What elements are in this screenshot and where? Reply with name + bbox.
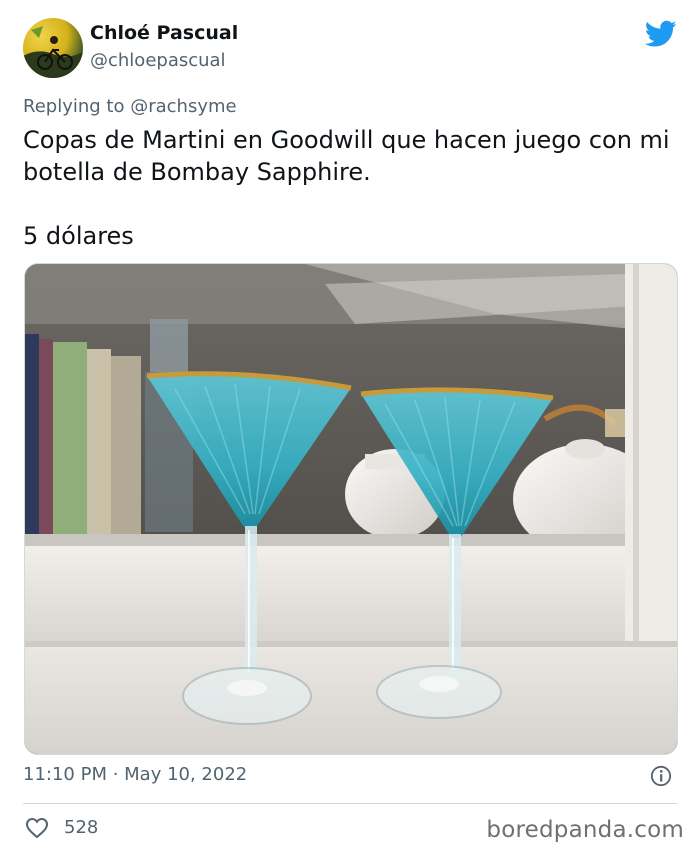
like-count: 528: [64, 817, 99, 838]
tweet-text: Copas de Martini en Goodwill que hacen j…: [23, 124, 673, 252]
tweet-photo[interactable]: [24, 263, 678, 755]
tweet-price-text: 5 dólares: [23, 222, 134, 250]
info-icon[interactable]: [650, 765, 672, 787]
text-spacer: [23, 188, 673, 220]
tweet-timestamp[interactable]: 11:10 PM · May 10, 2022: [23, 764, 247, 785]
avatar[interactable]: [23, 18, 83, 78]
watermark: boredpanda.com: [486, 817, 684, 843]
replying-to: Replying to @rachsyme: [23, 96, 237, 117]
tweet-text-line: Copas de Martini en Goodwill que hacen j…: [23, 126, 670, 154]
replying-mention-link[interactable]: @rachsyme: [130, 96, 236, 117]
author-handle[interactable]: @chloepascual: [90, 50, 226, 71]
twitter-bird-icon[interactable]: [645, 20, 677, 48]
martini-glasses-photo: [25, 264, 677, 754]
replying-prefix: Replying to: [23, 96, 125, 117]
author-display-name[interactable]: Chloé Pascual: [90, 22, 238, 44]
tweet-text-line: botella de Bombay Sapphire.: [23, 158, 371, 186]
divider: [23, 803, 677, 804]
avatar-image: [23, 26, 83, 78]
heart-icon[interactable]: [25, 817, 49, 839]
